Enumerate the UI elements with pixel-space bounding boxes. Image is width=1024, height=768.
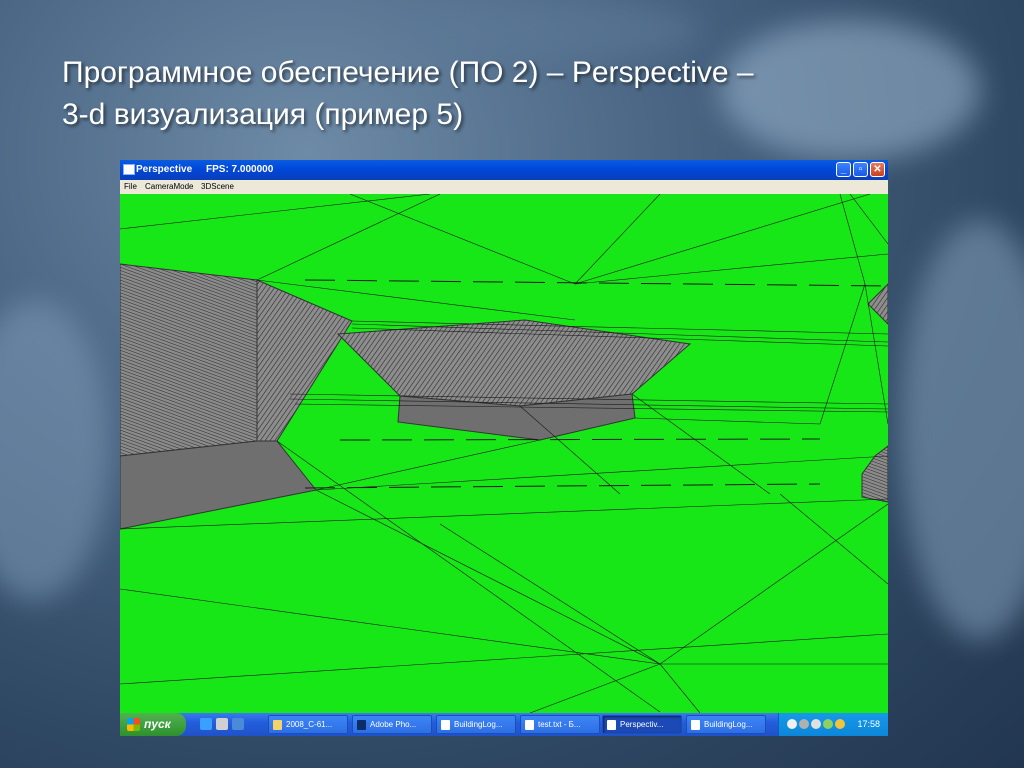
window-title: Perspective xyxy=(136,164,193,175)
folder-icon xyxy=(273,720,282,730)
slide-title-line2: 3-d визуализация (пример 5) xyxy=(62,98,464,131)
taskbar-clock: 17:58 xyxy=(857,719,880,729)
3d-viewport[interactable] xyxy=(120,194,888,713)
start-label: пуск xyxy=(144,717,171,731)
taskbar-item[interactable]: test.txt - Б... xyxy=(520,715,600,734)
ie-icon[interactable] xyxy=(200,718,212,730)
start-button[interactable]: пуск xyxy=(120,713,186,736)
taskbar-item-label: BuildingLog... xyxy=(454,720,503,729)
tray-icon[interactable] xyxy=(823,719,833,729)
taskbar-item[interactable]: BuildingLog... xyxy=(686,715,766,734)
maximize-button[interactable]: ▫ xyxy=(853,162,868,177)
minimize-icon: _ xyxy=(840,164,847,175)
window-icon xyxy=(607,720,616,730)
minimize-button[interactable]: _ xyxy=(836,162,851,177)
slide-title-line1: Программное обеспечение (ПО 2) – Perspec… xyxy=(62,56,754,89)
taskbar-item-label: BuildingLog... xyxy=(704,720,753,729)
window-app-icon xyxy=(123,164,135,175)
fps-readout: FPS: 7.000000 xyxy=(206,164,274,175)
tray-icon[interactable] xyxy=(799,719,809,729)
background-glow xyxy=(0,300,110,600)
menu-camera-mode[interactable]: CameraMode xyxy=(145,182,193,191)
desktop-icon[interactable] xyxy=(232,718,244,730)
taskbar-item-label: 2008_C-61... xyxy=(286,720,333,729)
taskbar-item-label: Adobe Pho... xyxy=(370,720,417,729)
tray-icon[interactable] xyxy=(811,719,821,729)
system-tray: 17:58 xyxy=(778,713,888,736)
window-titlebar[interactable]: Perspective FPS: 7.000000 _ ▫ ✕ xyxy=(120,160,888,180)
3d-scene xyxy=(120,194,888,713)
background-glow xyxy=(900,220,1024,640)
outlook-icon[interactable] xyxy=(216,718,228,730)
tray-icon[interactable] xyxy=(787,719,797,729)
document-icon xyxy=(691,720,700,730)
menu-bar: File CameraMode 3DScene xyxy=(120,180,888,194)
left-building-wall xyxy=(120,263,258,457)
notepad-icon xyxy=(525,720,534,730)
document-icon xyxy=(441,720,450,730)
restore-icon: ▫ xyxy=(858,164,863,175)
taskbar-item-active[interactable]: Perspectiv... xyxy=(602,715,682,734)
background-glow xyxy=(400,0,700,60)
taskbar-item[interactable]: Adobe Pho... xyxy=(352,715,432,734)
close-icon: ✕ xyxy=(873,164,882,175)
menu-file[interactable]: File xyxy=(124,182,137,191)
taskbar-item[interactable]: 2008_C-61... xyxy=(268,715,348,734)
tray-icon[interactable] xyxy=(835,719,845,729)
menu-3dscene[interactable]: 3DScene xyxy=(201,182,234,191)
app-window: Perspective FPS: 7.000000 _ ▫ ✕ File Cam… xyxy=(120,160,888,713)
windows-logo-icon xyxy=(127,718,140,731)
taskbar-item-label: test.txt - Б... xyxy=(538,720,581,729)
taskbar-item[interactable]: BuildingLog... xyxy=(436,715,516,734)
close-button[interactable]: ✕ xyxy=(870,162,885,177)
slide-title: Программное обеспечение (ПО 2) – Perspec… xyxy=(62,52,922,136)
taskbar-item-label: Perspectiv... xyxy=(620,720,664,729)
windows-taskbar: пуск 2008_C-61... Adobe Pho... BuildingL… xyxy=(120,713,888,736)
photoshop-icon xyxy=(357,720,366,730)
